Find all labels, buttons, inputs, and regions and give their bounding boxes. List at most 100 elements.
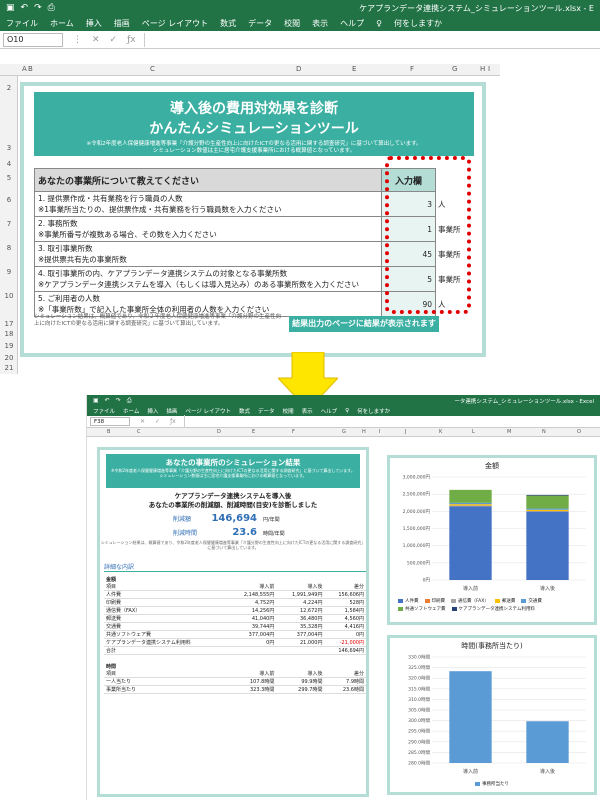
legend-item: 印刷費 — [424, 598, 445, 604]
menu-file[interactable]: ファイル — [6, 18, 38, 29]
row-7[interactable]: 7 — [0, 220, 18, 228]
menu-draw[interactable]: 描画 — [166, 407, 177, 415]
menu-review[interactable]: 校閲 — [284, 18, 300, 29]
print-preview-icon[interactable]: ⎙ — [127, 397, 132, 405]
result-disclaimer: シミュレーション結果は、概算値であり、令和2年度老人保健健康増進等事業「介護分野… — [100, 540, 366, 550]
function-icon[interactable]: ƒx — [127, 35, 136, 45]
col-e[interactable]: E — [252, 429, 255, 435]
banner-title-2: かんたんシミュレーションツール — [149, 121, 359, 137]
menu-insert[interactable]: 挿入 — [147, 407, 158, 415]
bar-segment — [449, 502, 492, 505]
col-f[interactable]: F — [410, 65, 414, 73]
col-n[interactable]: N — [542, 429, 546, 435]
undo-icon[interactable]: ↶ — [105, 397, 110, 404]
row-21[interactable]: 21 — [0, 364, 18, 372]
menu-home[interactable]: ホーム — [123, 407, 139, 415]
bar — [449, 671, 492, 763]
col-g[interactable]: G — [452, 65, 457, 73]
enter-icon[interactable]: ✓ — [110, 35, 118, 45]
header-after: 導入後 — [276, 583, 325, 591]
row-20[interactable]: 20 — [0, 354, 18, 362]
legend-label: ケアプランデータ連携システム利用料 — [458, 607, 535, 612]
col-g[interactable]: G — [342, 429, 346, 435]
col-m[interactable]: M — [507, 429, 511, 435]
row-8[interactable]: 8 — [0, 244, 18, 252]
menu-draw[interactable]: 描画 — [114, 18, 130, 29]
search-hint[interactable]: 何をしますか — [394, 18, 442, 29]
y-tick-label: 305.0時間 — [408, 708, 430, 714]
enter-icon[interactable]: ✓ — [155, 418, 160, 425]
row-9[interactable]: 9 — [0, 268, 18, 276]
formula-input[interactable] — [143, 32, 600, 47]
row-3[interactable]: 3 — [0, 144, 18, 152]
col-c[interactable]: C — [137, 429, 141, 435]
col-c[interactable]: C — [150, 65, 155, 73]
formula-input[interactable] — [183, 414, 600, 429]
amount-chart-panel[interactable]: 金額 3,000,000円 2,500,000円 2,000,000円 1,500,0… — [387, 455, 597, 625]
y-tick-label: 3,000,000円 — [403, 475, 431, 481]
col-i[interactable]: I — [488, 65, 490, 73]
legend-label: 人件費 — [405, 599, 419, 604]
saving-time-label: 削減時間 — [173, 530, 198, 537]
legend-label: 事務所当たり — [482, 782, 509, 787]
save-icon[interactable]: ▣ — [93, 397, 99, 404]
column-header: A B C D E F G H I — [0, 64, 500, 76]
col-a[interactable]: A — [22, 65, 27, 73]
col-b[interactable]: B — [107, 429, 110, 435]
row-2[interactable]: 2 — [0, 84, 18, 92]
lightbulb-icon[interactable]: ♀ — [345, 408, 349, 414]
redo-icon[interactable]: ↷ — [116, 397, 121, 404]
menu-formulas[interactable]: 数式 — [220, 18, 236, 29]
question-3-label: 3. 取引事業所数 — [38, 244, 93, 253]
menu-insert[interactable]: 挿入 — [86, 18, 102, 29]
save-icon[interactable]: ▣ — [6, 3, 15, 13]
question-5-label: 5. ご利用者の人数 — [38, 294, 101, 303]
name-box[interactable]: O10 — [3, 32, 63, 47]
menu-page-layout[interactable]: ページ レイアウト — [142, 18, 208, 29]
col-l[interactable]: L — [472, 429, 475, 435]
row-18[interactable]: 18 — [0, 330, 18, 338]
row-17[interactable]: 17 — [0, 320, 18, 328]
function-icon[interactable]: ƒx — [170, 418, 176, 425]
question-2-label: 2. 事務所数 — [38, 219, 78, 228]
lightbulb-icon[interactable]: ♀ — [376, 19, 382, 28]
col-k[interactable]: K — [439, 429, 442, 435]
cancel-icon[interactable]: ✕ — [140, 418, 145, 425]
col-h[interactable]: H — [362, 429, 366, 435]
question-3-help: ※提供票共有先の事業所数 — [38, 255, 127, 264]
table-row: 事業所当たり 323.3時間 299.7時間 23.6時間 — [104, 685, 366, 694]
menu-view[interactable]: 表示 — [312, 18, 328, 29]
time-section: 時間 — [106, 664, 117, 670]
cancel-icon[interactable]: ✕ — [92, 35, 100, 45]
undo-icon[interactable]: ↶ — [21, 3, 29, 13]
detail-header-row: 項目 導入前 導入後 差分 — [104, 583, 366, 591]
y-tick-label: 330.0時間 — [408, 655, 430, 661]
row-5[interactable]: 5 — [0, 174, 18, 182]
name-box[interactable]: F38 — [90, 417, 130, 426]
row-10[interactable]: 10 — [0, 292, 18, 300]
col-d[interactable]: D — [296, 65, 301, 73]
row-6[interactable]: 6 — [0, 196, 18, 204]
col-d[interactable]: D — [217, 429, 221, 435]
menu-data[interactable]: データ — [248, 18, 272, 29]
legend-swatch — [398, 606, 403, 611]
col-i[interactable]: I — [379, 429, 380, 435]
row-header: 2 3 4 5 6 7 8 9 10 17 18 19 20 21 — [0, 76, 18, 374]
redo-icon[interactable]: ↷ — [34, 3, 42, 13]
print-preview-icon[interactable]: ⎙ — [48, 3, 55, 13]
menu-help[interactable]: ヘルプ — [340, 18, 364, 29]
col-f[interactable]: F — [292, 429, 295, 435]
col-h[interactable]: H — [480, 65, 485, 73]
row-19[interactable]: 19 — [0, 342, 18, 350]
time-chart-panel[interactable]: 時間(事務所当たり) 330.0時間 325.0時間 320.0時間 315.0時間 3… — [387, 635, 597, 795]
col-b[interactable]: B — [28, 65, 33, 73]
menu-file[interactable]: ファイル — [93, 407, 115, 415]
cell-diff: 1,584円 — [324, 606, 366, 615]
menu-bar: ファイル ホーム 挿入 描画 ページ レイアウト 数式 データ 校閲 表示 ヘル… — [0, 16, 600, 31]
result-output-button[interactable]: 結果出力のページに結果が表示されます — [289, 316, 439, 332]
col-e[interactable]: E — [352, 65, 356, 73]
col-j[interactable]: J — [405, 429, 406, 435]
menu-home[interactable]: ホーム — [50, 18, 74, 29]
row-4[interactable]: 4 — [0, 160, 18, 168]
col-o[interactable]: O — [577, 429, 581, 435]
